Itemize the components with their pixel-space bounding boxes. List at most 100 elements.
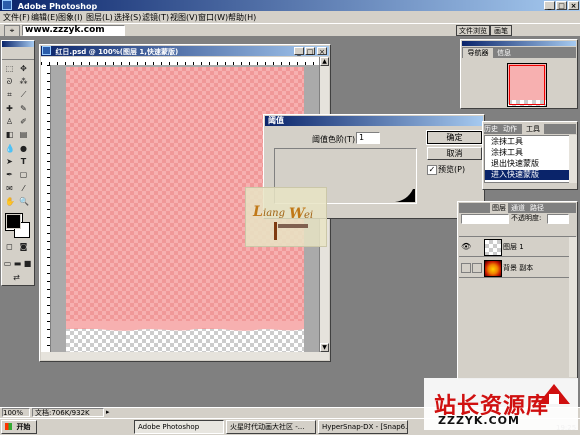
marquee-icon[interactable]: ⬚ (5, 64, 14, 73)
menu-window[interactable]: 窗口(W) (198, 12, 228, 23)
eye-icon[interactable] (461, 263, 471, 273)
doc-close-button[interactable]: × (317, 47, 327, 56)
list-item[interactable]: 涂抹工具 (485, 137, 580, 147)
tab-history[interactable]: 历史 (484, 124, 498, 134)
move-icon[interactable]: ✥ (19, 64, 28, 73)
taskbar-item-browser[interactable]: 火星时代动画大社区 -... (226, 420, 316, 434)
dodge-icon[interactable]: ● (19, 144, 28, 153)
toolbox-header-logo (2, 47, 34, 60)
screen-mode-full-menu-icon[interactable]: ▬ (13, 259, 22, 268)
menu-layer[interactable]: 图层(L) (86, 12, 113, 23)
slice-icon[interactable]: ⟋ (19, 90, 28, 99)
close-button[interactable]: × (568, 1, 579, 10)
tab-layers[interactable]: 图层 (490, 203, 508, 213)
document-titlebar[interactable]: 红日.psd @ 100%(图层 1,快速蒙版) (41, 46, 329, 56)
menu-select[interactable]: 选择(S) (114, 12, 141, 23)
standard-mode-icon[interactable]: ◻ (5, 242, 14, 251)
app-titlebar[interactable]: Adobe Photoshop _ □ × (0, 0, 580, 11)
gradient-icon[interactable]: ▤ (19, 130, 28, 139)
threshold-dialog-titlebar[interactable]: 阈值 (265, 116, 483, 126)
dock-tab-brushes[interactable]: 画笔 (490, 25, 512, 36)
menu-view[interactable]: 视图(V) (170, 12, 198, 23)
list-item-selected[interactable]: 进入快速蒙版 (485, 170, 575, 180)
eyedropper-icon[interactable]: ⁄ (19, 184, 28, 193)
tab-paths[interactable]: 路径 (528, 203, 546, 213)
threshold-dialog-title: 阈值 (268, 116, 284, 125)
stamp-icon[interactable]: ♙ (5, 117, 14, 126)
crop-icon[interactable]: ⌗ (5, 90, 14, 99)
hand-icon[interactable]: ✋ (5, 197, 15, 206)
tab-actions[interactable]: 动作 (499, 124, 521, 134)
tab-channels[interactable]: 通道 (509, 203, 527, 213)
notes-icon[interactable]: ✉ (5, 184, 14, 193)
svg-text:ei: ei (304, 210, 313, 221)
layer-thumbnail (484, 260, 502, 277)
doc-minimize-button[interactable]: _ (294, 47, 304, 56)
maximize-button[interactable]: □ (556, 1, 567, 10)
menu-filter[interactable]: 滤镜(T) (142, 12, 169, 23)
svg-text:L: L (252, 204, 263, 220)
lock-row (459, 226, 576, 237)
tool-preset-icon[interactable]: ⌖ (4, 25, 20, 37)
menu-file[interactable]: 文件(F) (3, 12, 30, 23)
shape-icon[interactable]: ▢ (19, 170, 28, 179)
type-icon[interactable]: T (19, 157, 28, 166)
opacity-field[interactable] (547, 214, 569, 224)
lasso-icon[interactable]: ᘐ (5, 77, 14, 86)
tab-navigator[interactable]: 导航器 (463, 48, 493, 58)
blur-icon[interactable]: 💧 (5, 144, 15, 153)
options-text-field[interactable]: www.zzzyk.com (22, 25, 125, 36)
house-logo-icon (538, 384, 570, 404)
pen-icon[interactable]: ✒ (5, 170, 14, 179)
windows-logo-icon (5, 423, 12, 430)
layer-row[interactable]: 👁 图层 1 (459, 237, 569, 257)
jump-to-imageready-icon[interactable]: ⇄ (12, 273, 21, 282)
screen-mode-full-icon[interactable]: ■ (23, 259, 32, 268)
healing-brush-icon[interactable]: ✚ (5, 104, 14, 113)
layers-scrollbar[interactable] (569, 237, 577, 377)
menu-image[interactable]: 图象(I) (58, 12, 83, 23)
layer-row[interactable]: 背景 副本 (459, 258, 569, 278)
preview-label: 预览(P) (438, 165, 466, 174)
history-brush-icon[interactable]: ✐ (19, 117, 28, 126)
menu-edit[interactable]: 编辑(E) (31, 12, 58, 23)
menu-help[interactable]: 帮助(H) (228, 12, 256, 23)
document-info[interactable]: 文档:706K/932K (32, 408, 104, 417)
tab-info[interactable]: 信息 (494, 48, 514, 58)
path-select-icon[interactable]: ➤ (5, 157, 14, 166)
start-button[interactable]: 开始 (1, 420, 37, 434)
taskbar-item-hypersnap[interactable]: HyperSnap-DX - [Snap6.j... (318, 420, 408, 434)
dock-tab-file-browser[interactable]: 文件浏览 (456, 25, 490, 36)
status-arrow-icon[interactable]: ▸ (106, 408, 110, 416)
ruler-vertical[interactable] (41, 65, 51, 352)
layer-name: 背景 副本 (503, 264, 534, 272)
list-item[interactable]: 涂抹工具 (485, 148, 580, 158)
threshold-level-input[interactable]: 1 (356, 132, 380, 144)
threshold-cancel-button[interactable]: 取消 (427, 147, 482, 160)
watermark-url: ZZZYK.COM (438, 414, 520, 427)
navigator-panel-titlebar[interactable] (462, 41, 576, 46)
zoom-field[interactable]: 100% (2, 408, 30, 417)
link-icon[interactable] (472, 263, 482, 273)
quick-mask-mode-icon[interactable]: ◙ (19, 242, 28, 251)
zoom-icon[interactable]: 🔍 (19, 197, 29, 206)
threshold-ok-button[interactable]: 确定 (426, 130, 483, 145)
taskbar-item-photoshop[interactable]: Adobe Photoshop (134, 420, 224, 434)
list-item[interactable]: 退出快速蒙版 (485, 159, 580, 169)
actions-scrollbar[interactable] (569, 135, 577, 183)
tab-tools[interactable]: 工具 (522, 124, 544, 134)
eye-icon[interactable]: 👁 (461, 242, 471, 251)
minimize-button[interactable]: _ (544, 1, 555, 10)
magic-wand-icon[interactable]: ⁂ (19, 77, 28, 86)
screen-mode-standard-icon[interactable]: ▭ (3, 259, 12, 268)
photoshop-icon (2, 0, 12, 10)
eraser-icon[interactable]: ◧ (5, 130, 14, 139)
brush-icon[interactable]: ✎ (19, 104, 28, 113)
foreground-color-swatch-front[interactable] (6, 214, 21, 229)
layer-name: 图层 1 (503, 243, 524, 251)
doc-maximize-button[interactable]: □ (305, 47, 315, 56)
preview-checkbox[interactable]: ✓ (427, 165, 437, 175)
document-title: 红日.psd @ 100%(图层 1,快速蒙版) (55, 48, 179, 56)
document-horizontal-scrollbar[interactable] (41, 352, 329, 360)
blend-mode-select[interactable] (461, 214, 509, 224)
